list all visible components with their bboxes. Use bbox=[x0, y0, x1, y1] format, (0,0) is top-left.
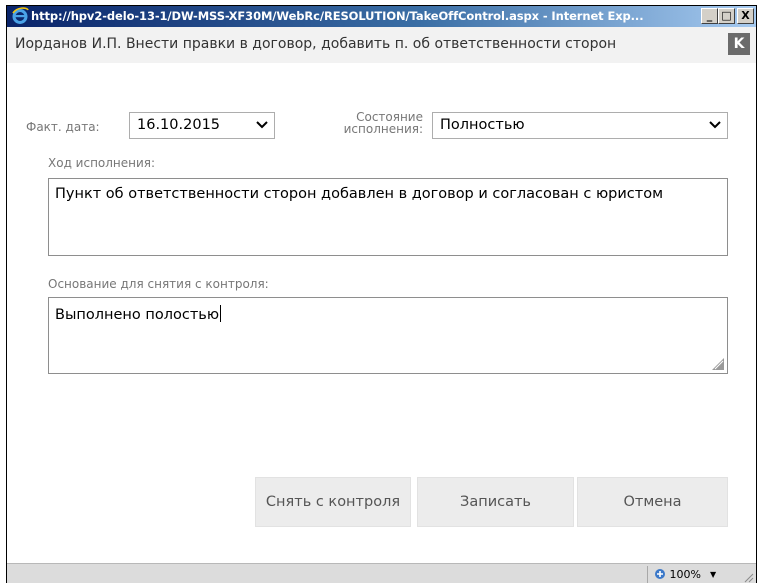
cancel-button[interactable]: Отмена bbox=[577, 477, 728, 527]
chevron-down-icon bbox=[256, 121, 268, 129]
basis-textarea[interactable]: Выполнено полостью bbox=[48, 297, 728, 374]
zoom-level: 100% bbox=[669, 568, 701, 581]
zoom-dropdown-arrow[interactable]: ▼ bbox=[710, 566, 716, 583]
progress-textarea[interactable]: Пункт об ответственности сторон добавлен… bbox=[48, 178, 728, 256]
dialog-header: Иорданов И.П. Внести правки в договор, д… bbox=[7, 27, 756, 63]
zoom-icon bbox=[655, 569, 665, 579]
status-select[interactable]: Полностью bbox=[432, 112, 728, 139]
window-resize-grip-icon[interactable] bbox=[742, 571, 754, 583]
take-off-control-button[interactable]: Снять с контроля bbox=[255, 477, 411, 527]
status-value: Полностью bbox=[440, 117, 525, 133]
dialog-title: Иорданов И.П. Внести правки в договор, д… bbox=[15, 36, 617, 52]
fact-date-select[interactable]: 16.10.2015 bbox=[129, 112, 275, 139]
zoom-control[interactable]: 100% ▼ bbox=[647, 566, 727, 583]
title-bar[interactable]: http://hpv2-delo-13-1/DW-MSS-XF30M/WebRc… bbox=[7, 6, 756, 27]
save-button[interactable]: Записать bbox=[417, 477, 574, 527]
progress-label: Ход исполнения: bbox=[48, 156, 156, 170]
minimize-button[interactable]: _ bbox=[701, 8, 718, 24]
k-button[interactable]: K bbox=[728, 33, 750, 55]
status-label: Состояние исполнения: bbox=[315, 111, 423, 135]
maximize-button[interactable]: □ bbox=[718, 8, 735, 24]
window-title: http://hpv2-delo-13-1/DW-MSS-XF30M/WebRc… bbox=[31, 9, 644, 23]
fact-date-value: 16.10.2015 bbox=[137, 117, 221, 133]
chevron-down-icon bbox=[709, 121, 721, 129]
status-label-line2: исполнения: bbox=[343, 122, 423, 136]
basis-label: Основание для снятия с контроля: bbox=[48, 277, 269, 291]
close-button[interactable]: X bbox=[737, 8, 754, 24]
resize-grip-icon[interactable] bbox=[711, 357, 725, 371]
browser-window: http://hpv2-delo-13-1/DW-MSS-XF30M/WebRc… bbox=[6, 5, 757, 583]
basis-text: Выполнено полостью bbox=[55, 307, 220, 323]
internet-explorer-icon bbox=[12, 7, 29, 24]
text-caret bbox=[220, 305, 222, 322]
fact-date-label: Факт. дата: bbox=[26, 120, 100, 134]
status-bar: 100% ▼ bbox=[7, 563, 756, 583]
progress-text: Пункт об ответственности сторон добавлен… bbox=[55, 186, 664, 202]
